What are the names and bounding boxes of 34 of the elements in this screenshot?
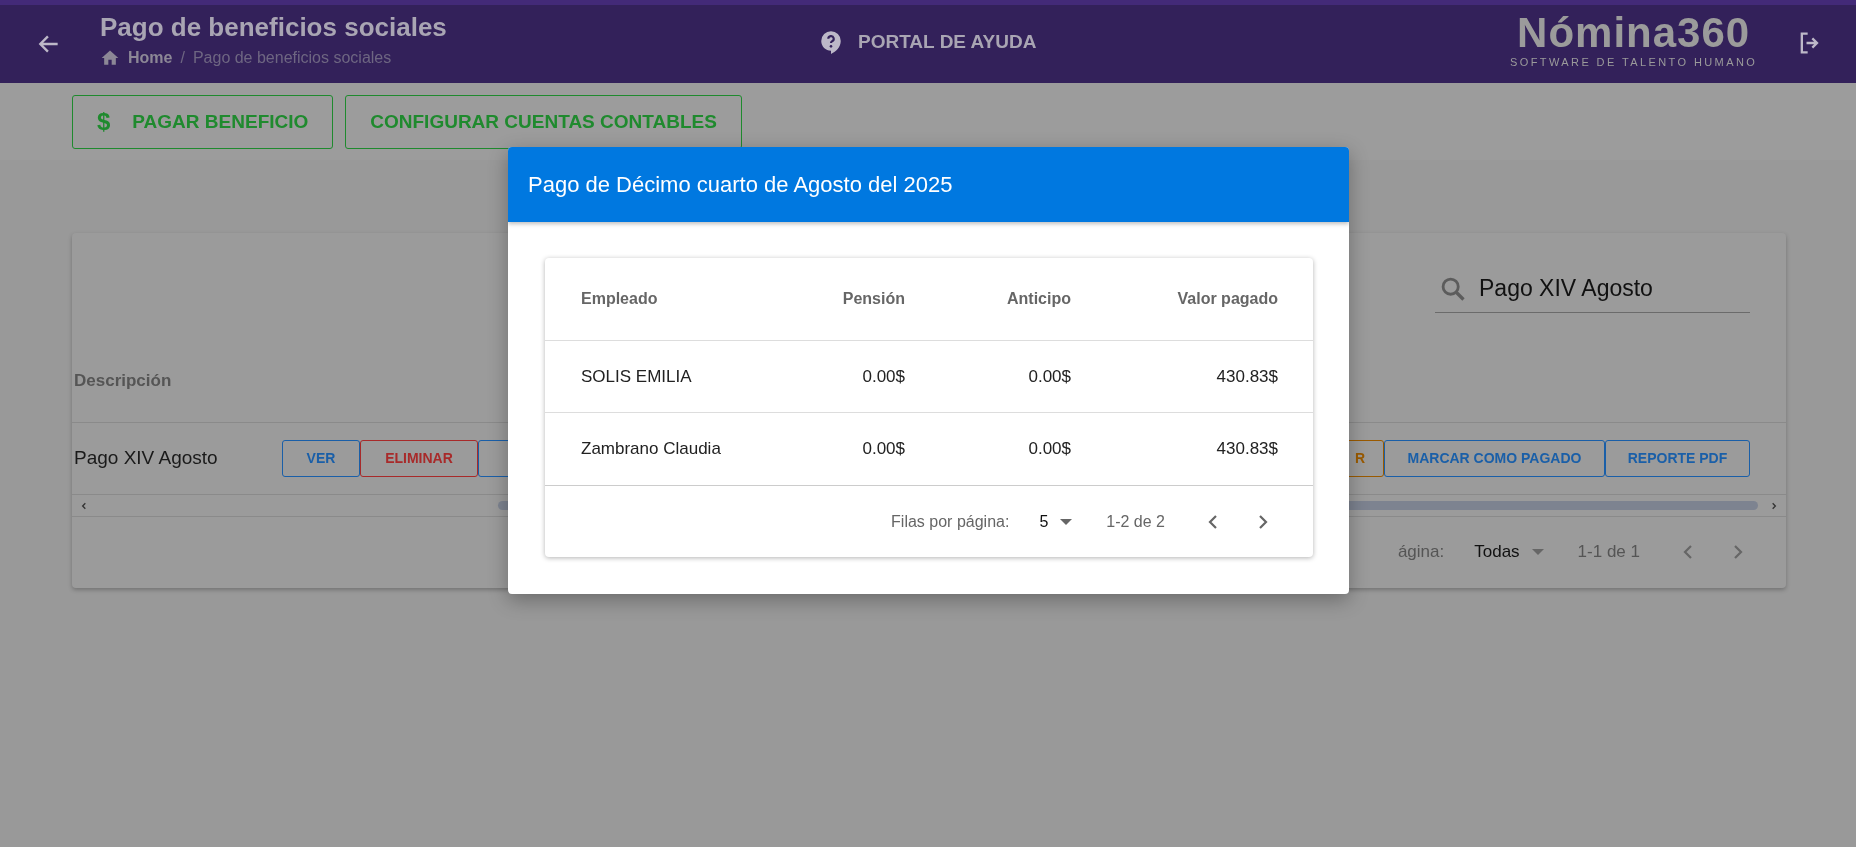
rows-per-page-label: Filas por página: <box>891 511 1010 532</box>
table-cell-text: 0.00$ <box>861 438 905 461</box>
logo-text: Nómina360 <box>1517 12 1751 54</box>
column-header[interactable]: Empleado <box>581 287 781 311</box>
table-cell-text: SOLIS EMILIA <box>581 365 693 388</box>
caret-icon <box>1531 549 1544 555</box>
breadcrumb-separator: / <box>180 47 185 68</box>
scroll-right-icon[interactable] <box>1770 500 1778 511</box>
column-header[interactable]: Valor pagado <box>1071 287 1278 311</box>
caret-icon <box>1060 518 1073 525</box>
scroll-left-icon[interactable] <box>80 500 88 511</box>
help-portal-link[interactable]: PORTAL DE AYUDA <box>858 28 1037 57</box>
breadcrumb-link[interactable]: Home <box>128 45 173 70</box>
table-cell-text: 0.00$ <box>1027 365 1071 388</box>
breadcrumb-current: Pago de beneficios sociales <box>192 47 392 68</box>
rows-per-page-select[interactable]: Todas <box>1474 539 1544 565</box>
rows-per-page-select[interactable]: 5 <box>1039 509 1073 534</box>
table-cell-text: 0.00$ <box>1027 438 1071 461</box>
table-cell-text: 430.83$ <box>1215 438 1278 461</box>
table-cell-text: 0.00$ <box>861 365 905 388</box>
table-cell-text: 430.83$ <box>1215 365 1278 388</box>
dollar-icon: $ <box>97 104 111 140</box>
help-icon[interactable] <box>818 29 844 56</box>
search-field[interactable]: Pago XIV Agosto <box>1435 265 1750 313</box>
column-header[interactable]: Pensión <box>781 287 905 311</box>
logo-tagline: SOFTWARE DE TALENTO HUMANO <box>1510 55 1758 70</box>
modal-title: Pago de Décimo cuarto de Agosto del 2025 <box>528 171 953 199</box>
column-header[interactable]: Anticipo <box>905 287 1071 311</box>
page-range: 1-1 de 1 <box>1577 541 1640 564</box>
table-cell: Pago XIV Agosto <box>74 447 218 469</box>
page-title: Pago de beneficios sociales <box>100 13 447 40</box>
page-range: 1-2 de 2 <box>1106 511 1165 532</box>
table-cell-text: Zambrano Claudia <box>581 438 722 461</box>
rows-per-page-label: ágina: <box>1397 541 1445 564</box>
